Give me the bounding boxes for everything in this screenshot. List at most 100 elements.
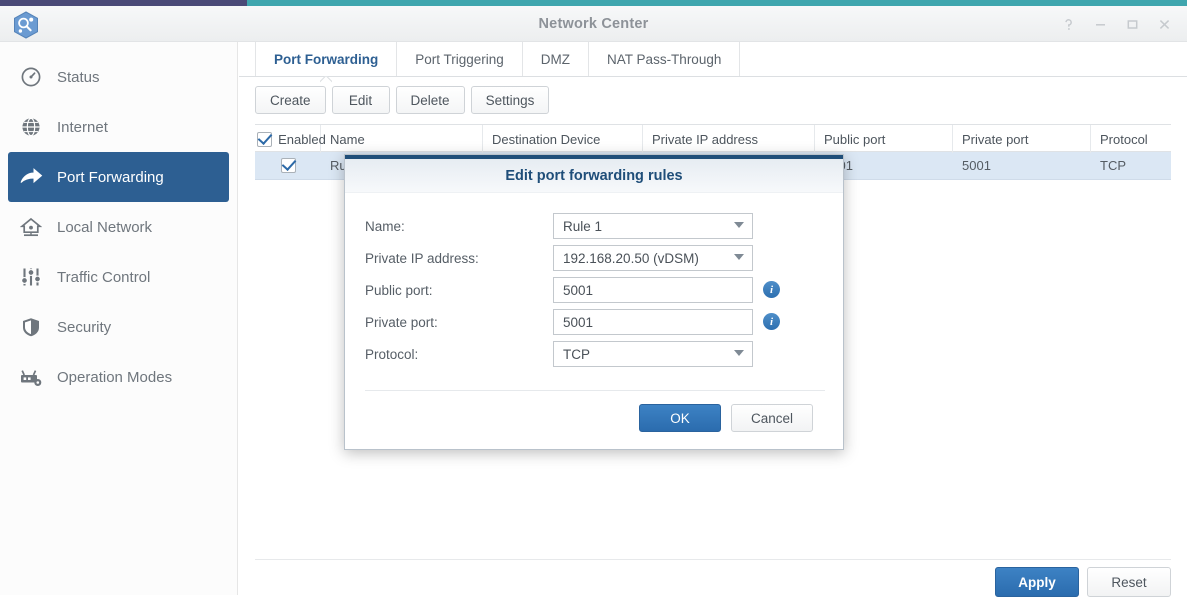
select-all-checkbox[interactable] <box>257 131 273 147</box>
column-header-label: Name <box>330 131 365 147</box>
window-title: Network Center <box>538 16 649 32</box>
sidebar-item-label: Security <box>57 318 112 336</box>
router-gear-icon <box>18 364 44 390</box>
dialog-title: Edit port forwarding rules <box>505 167 683 184</box>
sidebar-item-label: Internet <box>57 118 108 136</box>
shield-icon <box>18 314 44 340</box>
edit-port-forwarding-rules-dialog: Edit port forwarding rules Name: Rule 1 … <box>344 154 844 450</box>
column-header-label: Public port <box>824 131 886 147</box>
private-port-input-wrap: 5001 i <box>553 309 780 335</box>
tab-label: NAT Pass-Through <box>607 51 722 67</box>
tab-port-triggering[interactable]: Port Triggering <box>397 42 523 76</box>
edit-button[interactable]: Edit <box>331 86 390 114</box>
field-row-protocol: Protocol: TCP <box>365 338 823 370</box>
tabs-underline <box>239 76 1187 77</box>
home-network-icon <box>18 214 44 240</box>
column-header-label: Private IP address <box>652 131 758 147</box>
sidebar-item-label: Traffic Control <box>57 268 151 286</box>
info-icon[interactable]: i <box>763 281 780 298</box>
globe-icon <box>18 114 44 140</box>
sliders-icon <box>18 264 44 290</box>
field-row-public-port: Public port: 5001 i <box>365 274 823 306</box>
row-protocol-cell: TCP <box>1100 158 1126 173</box>
chevron-down-icon[interactable] <box>734 222 744 228</box>
field-row-name: Name: Rule 1 <box>365 210 823 242</box>
network-center-window: Network Center Status Internet Port Forw… <box>0 6 1187 597</box>
create-button[interactable]: Create <box>255 86 326 114</box>
sidebar-item-traffic-control[interactable]: Traffic Control <box>8 252 229 302</box>
active-tab-caret-icon <box>320 76 332 83</box>
info-icon[interactable]: i <box>763 313 780 330</box>
name-field-label: Name: <box>365 218 405 234</box>
column-header-label: Protocol <box>1100 131 1148 147</box>
row-enabled-cell[interactable] <box>255 152 321 180</box>
action-toolbar: Create Edit Delete Settings <box>255 86 550 114</box>
chevron-down-icon[interactable] <box>734 350 744 356</box>
table-header-row: Enabled Name Destination Device Private … <box>255 124 1171 153</box>
sidebar-item-security[interactable]: Security <box>8 302 229 352</box>
tab-port-forwarding[interactable]: Port Forwarding <box>255 42 398 76</box>
sidebar-item-internet[interactable]: Internet <box>8 102 229 152</box>
column-header-private-port[interactable]: Private port <box>953 125 1091 153</box>
dialog-actions: OK Cancel <box>639 404 813 432</box>
sidebar-item-label: Operation Modes <box>57 368 173 386</box>
chevron-down-icon[interactable] <box>734 254 744 260</box>
field-row-private-port: Private port: 5001 i <box>365 306 823 338</box>
private-ip-field-label: Private IP address: <box>365 250 479 266</box>
row-private-port-cell: 5001 <box>962 158 991 173</box>
column-header-private-ip-address[interactable]: Private IP address <box>643 125 815 153</box>
apply-button[interactable]: Apply <box>995 567 1079 597</box>
dialog-header: Edit port forwarding rules <box>345 159 843 193</box>
tab-nat-pass-through[interactable]: NAT Pass-Through <box>589 42 741 76</box>
sidebar-item-label: Status <box>57 68 100 86</box>
public-port-input[interactable]: 5001 <box>553 277 753 303</box>
footer-actions: Apply Reset <box>995 567 1171 597</box>
gauge-icon <box>18 64 44 90</box>
column-header-label: Private port <box>962 131 1029 147</box>
public-port-field-label: Public port: <box>365 282 433 298</box>
help-button[interactable] <box>1053 9 1083 39</box>
tab-label: Port Forwarding <box>274 51 379 67</box>
delete-button[interactable]: Delete <box>395 86 465 114</box>
column-header-destination-device[interactable]: Destination Device <box>483 125 643 153</box>
column-header-public-port[interactable]: Public port <box>815 125 953 153</box>
name-select[interactable]: Rule 1 <box>553 213 753 239</box>
column-header-label: Destination Device <box>492 131 601 147</box>
sidebar-item-label: Port Forwarding <box>57 168 164 186</box>
row-enabled-checkbox[interactable] <box>280 158 296 173</box>
minimize-button[interactable] <box>1085 9 1115 39</box>
sidebar-item-label: Local Network <box>57 218 153 236</box>
sidebar-item-status[interactable]: Status <box>8 52 229 102</box>
protocol-select[interactable]: TCP <box>553 341 753 367</box>
private-ip-select[interactable]: 192.168.20.50 (vDSM) <box>553 245 753 271</box>
column-header-label: Enabled <box>278 131 326 147</box>
footer-divider <box>255 559 1171 560</box>
column-header-name[interactable]: Name <box>321 125 483 153</box>
private-port-input[interactable]: 5001 <box>553 309 753 335</box>
window-controls <box>1053 6 1179 42</box>
cancel-button[interactable]: Cancel <box>731 404 813 432</box>
tab-dmz[interactable]: DMZ <box>523 42 590 76</box>
maximize-button[interactable] <box>1117 9 1147 39</box>
tab-label: DMZ <box>540 51 571 67</box>
sidebar-item-port-forwarding[interactable]: Port Forwarding <box>8 152 229 202</box>
ok-button[interactable]: OK <box>639 404 721 432</box>
window-titlebar: Network Center <box>0 6 1187 42</box>
reset-button[interactable]: Reset <box>1087 567 1171 597</box>
sidebar-item-operation-modes[interactable]: Operation Modes <box>8 352 229 402</box>
name-select-wrap: Rule 1 <box>553 213 753 239</box>
protocol-select-wrap: TCP <box>553 341 753 367</box>
field-row-private-ip-address: Private IP address: 192.168.20.50 (vDSM) <box>365 242 823 274</box>
tab-bar: Port Forwarding Port Triggering DMZ NAT … <box>255 42 741 76</box>
column-header-protocol[interactable]: Protocol <box>1091 125 1171 153</box>
sidebar-item-local-network[interactable]: Local Network <box>8 202 229 252</box>
protocol-field-label: Protocol: <box>365 346 419 362</box>
dialog-divider <box>365 390 825 391</box>
private-ip-select-wrap: 192.168.20.50 (vDSM) <box>553 245 753 271</box>
sidebar-navigation: Status Internet Port Forwarding Local Ne… <box>0 42 238 595</box>
column-header-enabled[interactable]: Enabled <box>255 125 326 153</box>
public-port-input-wrap: 5001 i <box>553 277 780 303</box>
tab-label: Port Triggering <box>415 51 504 67</box>
settings-button[interactable]: Settings <box>470 86 550 114</box>
close-button[interactable] <box>1149 9 1179 39</box>
